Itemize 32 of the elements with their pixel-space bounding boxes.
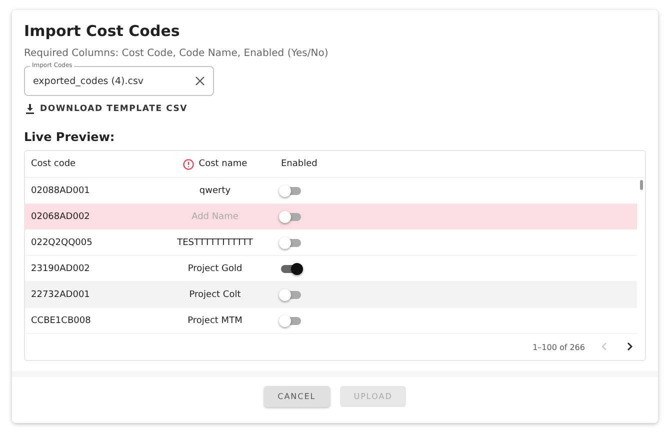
action-button[interactable]: CANCEL <box>264 386 330 407</box>
table-cell-text: TESTTTTTTTTTTT <box>176 238 254 248</box>
toggle-switch[interactable] <box>281 186 301 194</box>
table-cell-text: qwerty <box>198 186 232 196</box>
table-cell-text: 02068AD002 <box>30 212 91 222</box>
download-template-button[interactable]: DOWNLOAD TEMPLATE CSV <box>24 98 190 120</box>
scrollbar-thumb[interactable] <box>640 180 643 190</box>
table-cell-text: 02088AD001 <box>30 186 91 196</box>
toggle-switch[interactable] <box>281 212 301 220</box>
chevron-right-icon <box>627 342 633 351</box>
column-header[interactable]: Enabled <box>281 159 318 169</box>
live-preview-heading: Live Preview: <box>24 130 116 144</box>
table-cell-text: 22732AD001 <box>30 290 91 300</box>
column-header[interactable]: Cost code <box>31 159 76 169</box>
download-icon <box>26 104 34 114</box>
dialog-title: Import Cost Codes <box>24 22 181 40</box>
table-cell-text: Project MTM <box>186 316 244 326</box>
toggle-switch[interactable] <box>281 316 301 324</box>
toggle-switch[interactable] <box>281 238 301 246</box>
chevron-left-icon <box>601 342 607 351</box>
clear-icon[interactable] <box>195 76 205 86</box>
table-cell-text: 022Q2QQ005 <box>30 238 94 248</box>
pagination-range: 1–100 of 266 <box>532 342 585 352</box>
column-header[interactable]: Cost name <box>198 159 248 169</box>
toggle-switch[interactable] <box>281 290 301 298</box>
table-cell-text: CCBE1CB008 <box>30 316 92 326</box>
required-columns-text: Required Columns: Cost Code, Code Name, Enabled (Yes/No) <box>24 48 330 59</box>
table-cell-text: 23190AD002 <box>30 264 91 274</box>
placeholder-cell-text: Add Name <box>190 212 240 222</box>
toggle-switch[interactable] <box>281 264 301 272</box>
table-cell-text: Project Colt <box>188 290 242 300</box>
table-cell-text: Project Gold <box>186 264 244 274</box>
